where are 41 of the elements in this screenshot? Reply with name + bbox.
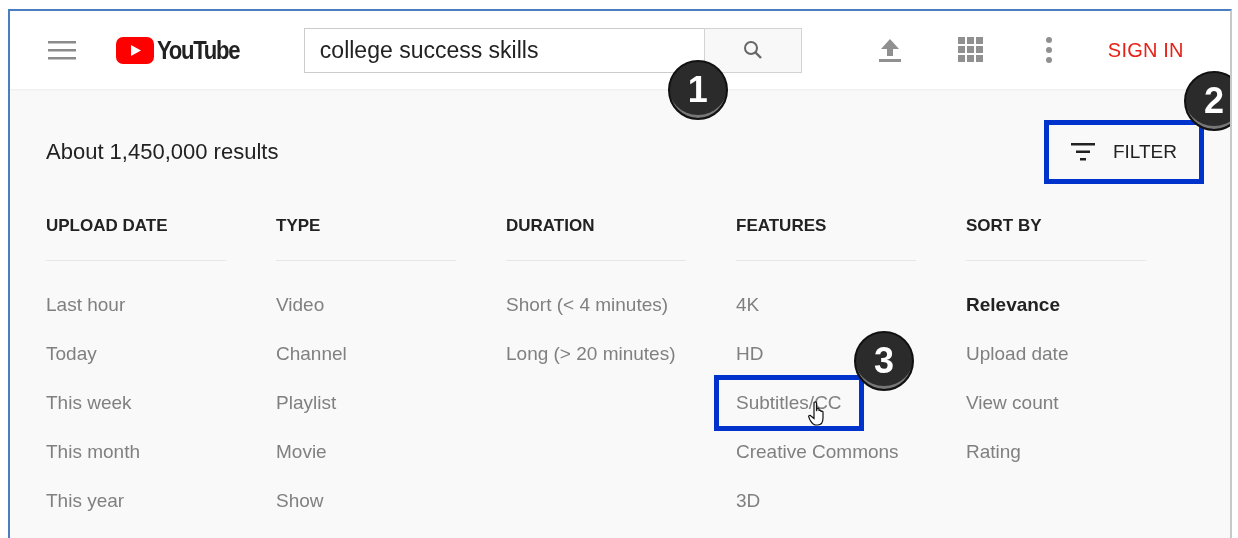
sign-in-link[interactable]: SIGN IN [1107,38,1184,62]
search-button[interactable] [703,27,802,73]
filter-option[interactable]: Creative Commons [736,440,899,463]
menu-icon[interactable] [48,40,76,60]
filter-option[interactable]: 3D [736,489,761,512]
filter-option[interactable]: Video [276,293,325,316]
filter-option[interactable]: Rating [966,440,1021,463]
filter-option[interactable]: 4K [736,293,760,316]
apps-grid-icon[interactable] [957,37,984,63]
filter-option[interactable]: Channel [276,342,347,365]
filter-option[interactable]: Upload date [966,342,1069,365]
filter-option[interactable]: HD [736,342,764,365]
logo-text[interactable]: YouTube [157,34,240,66]
filter-option[interactable]: Long (> 20 minutes) [506,342,676,365]
search-icon [742,40,763,60]
filter-option[interactable]: This year [46,489,125,512]
filter-heading: UPLOAD DATE [46,216,168,236]
filter-icon [1070,143,1095,161]
filter-heading: SORT BY [966,216,1042,236]
filter-option[interactable]: Show [276,489,324,512]
callout-badge: 2 [1184,71,1230,131]
filter-option[interactable]: This month [46,440,140,463]
filter-option[interactable]: Subtitles/CC [736,391,842,414]
filter-option[interactable]: This week [46,391,132,414]
play-logo-icon [116,36,154,64]
filter-option[interactable]: Movie [276,440,327,463]
filter-option[interactable]: Relevance [966,293,1060,316]
filter-heading: FEATURES [736,216,827,236]
callout-badge: 3 [854,331,914,391]
filter-option[interactable]: Last hour [46,293,126,316]
results-count: About 1,450,000 results [46,139,279,165]
filter-option[interactable]: View count [966,391,1059,414]
filter-heading: TYPE [276,216,321,236]
filter-option[interactable]: Today [46,342,97,365]
filter-button[interactable]: FILTER [1044,120,1204,184]
upload-icon[interactable] [877,37,902,63]
filter-heading: DURATION [506,216,595,236]
more-icon[interactable] [1045,37,1052,63]
filter-option[interactable]: Short (< 4 minutes) [506,293,669,316]
search-field[interactable]: college success skills [303,27,704,73]
filter-option[interactable]: Playlist [276,391,337,414]
